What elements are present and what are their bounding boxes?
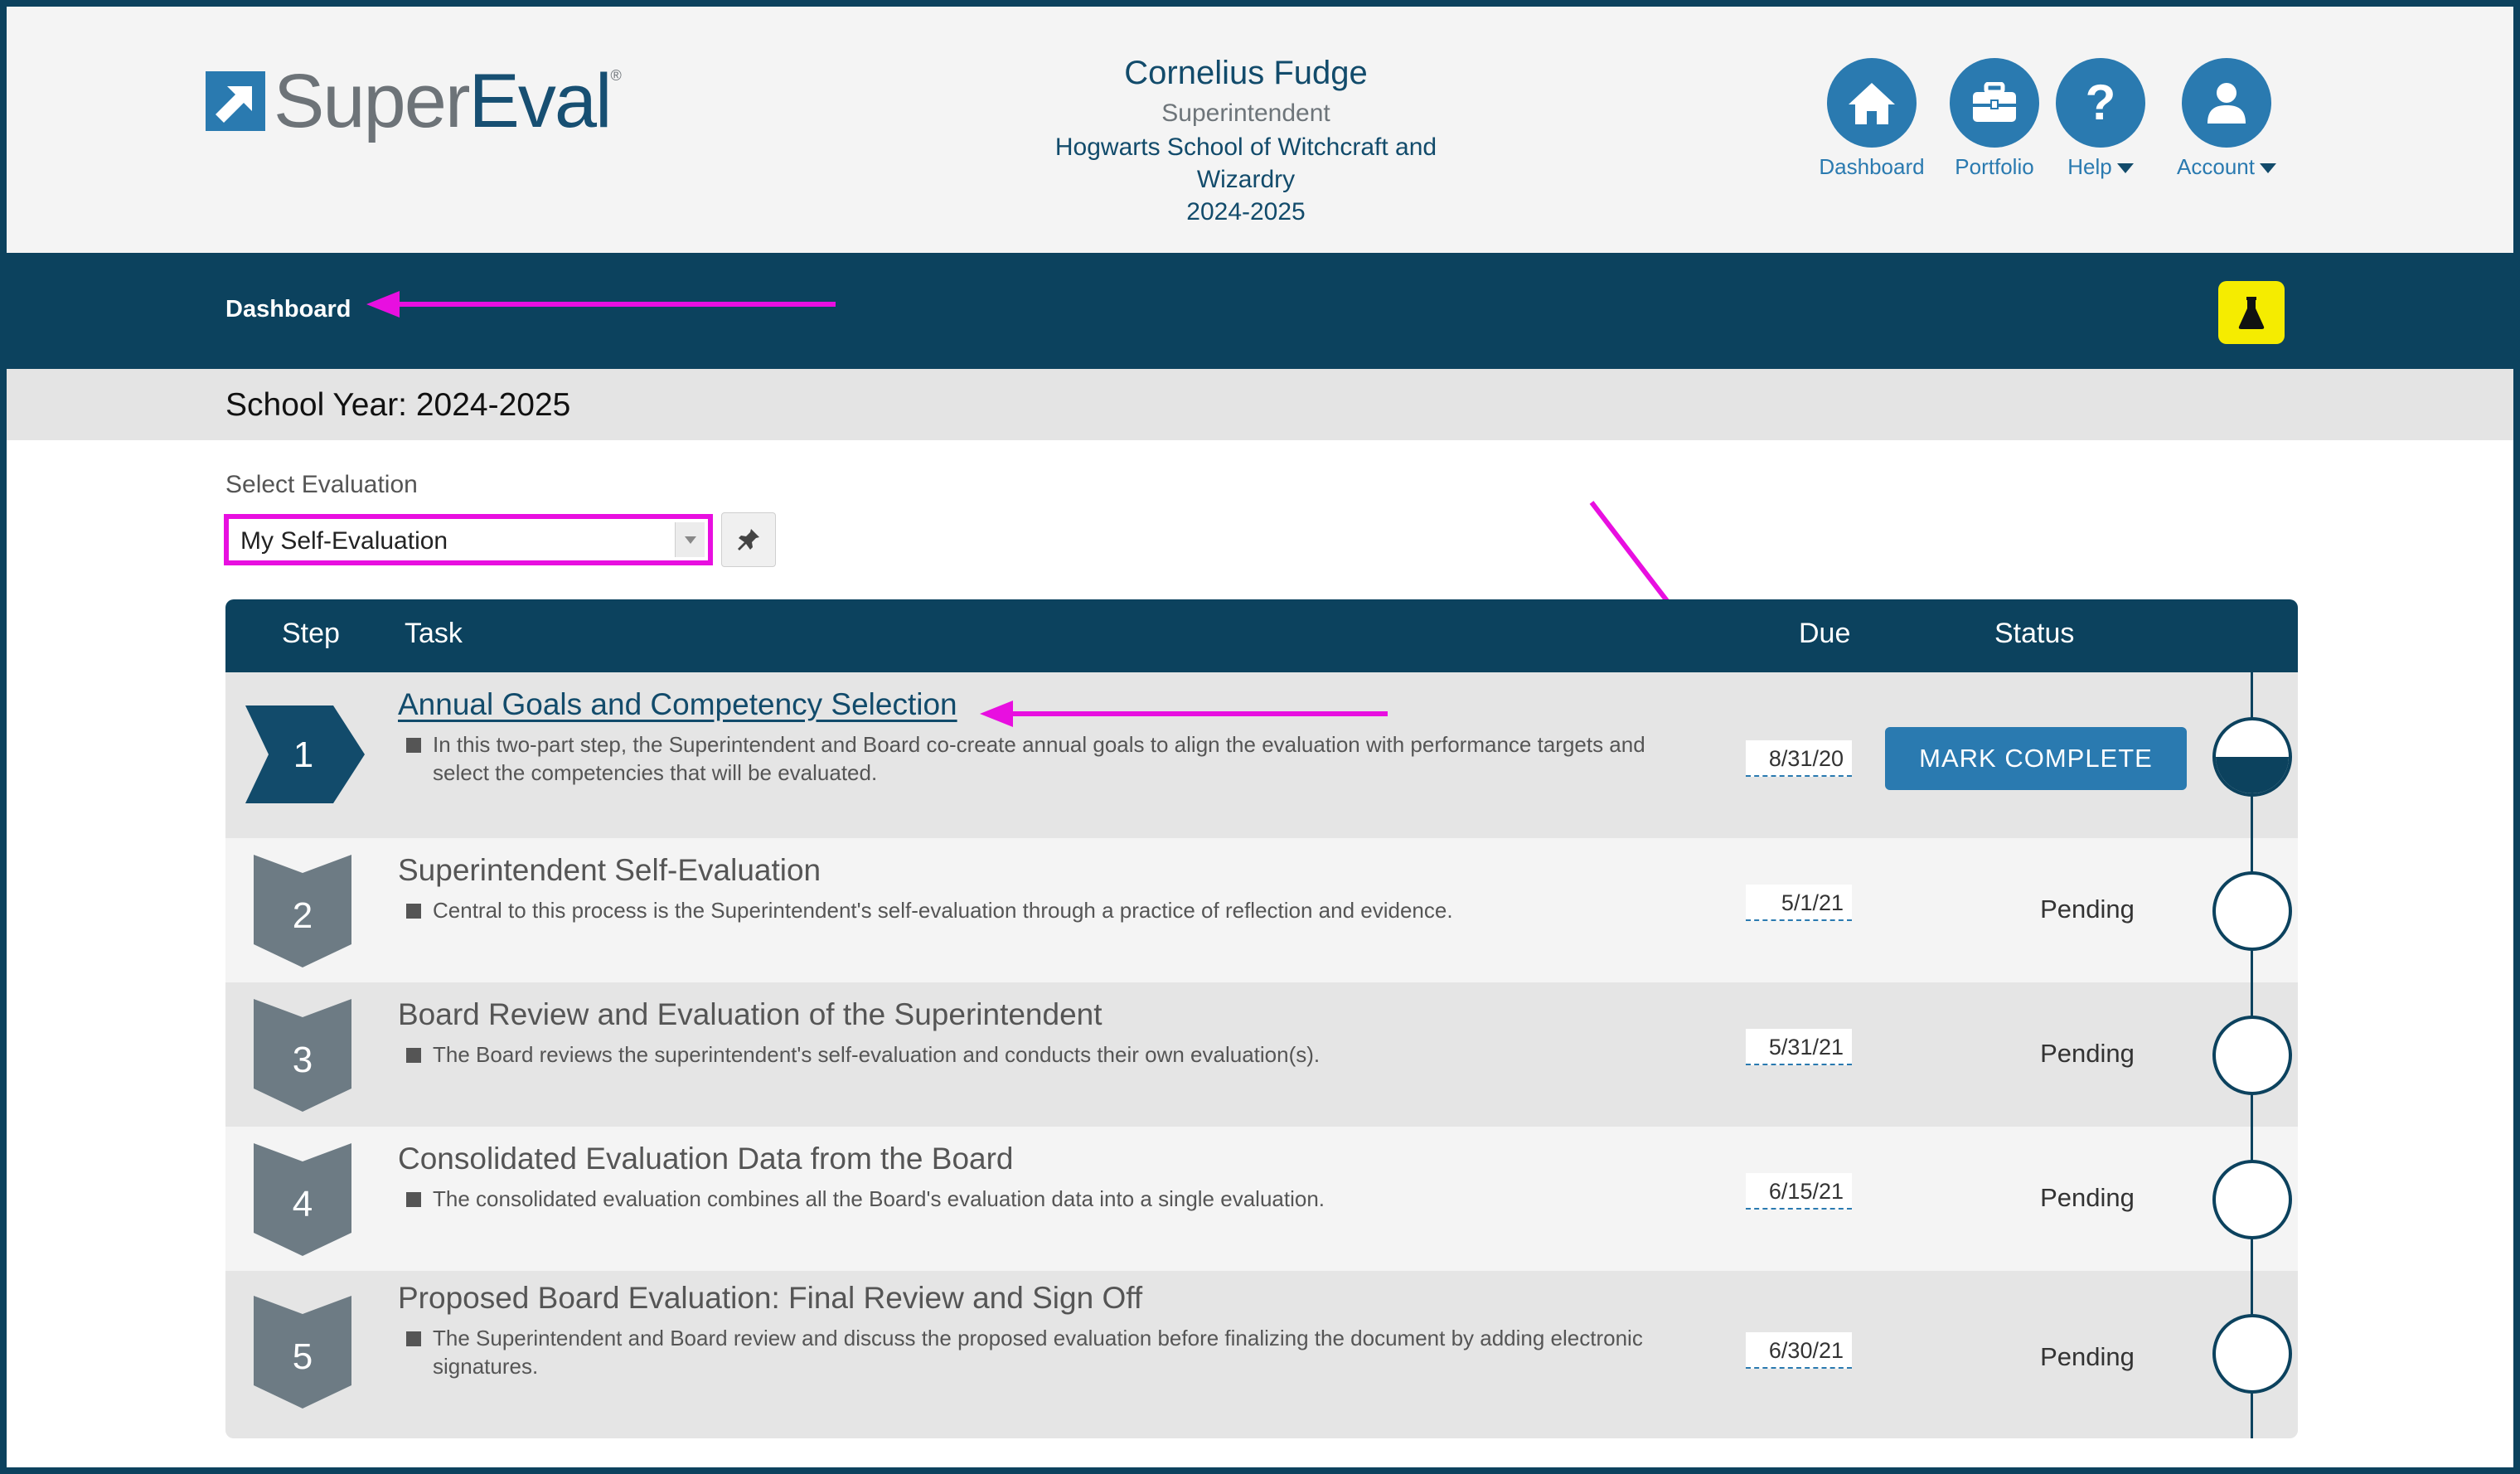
table-row: 4 Consolidated Evaluation Data from the … [225, 1127, 2298, 1271]
header-task: Task [405, 618, 463, 649]
step-chevron-icon: 3 [254, 999, 351, 1112]
user-icon [2182, 58, 2271, 148]
nav-account-text: Account [2177, 154, 2255, 179]
pin-icon [738, 529, 759, 550]
select-evaluation-label: Select Evaluation [225, 471, 418, 498]
task-link[interactable]: Annual Goals and Competency Selection [398, 687, 957, 722]
task-title[interactable]: Proposed Board Evaluation: Final Review … [398, 1281, 1142, 1316]
annotation-arrow-icon [980, 701, 1388, 727]
navbar: Dashboard [7, 253, 2513, 369]
mark-complete-button[interactable]: MARK COMPLETE [1885, 727, 2187, 790]
annotation-arrow-icon [366, 291, 836, 318]
step-chevron-icon: 2 [254, 855, 351, 967]
nav-help-text: Help [2067, 154, 2112, 179]
due-date[interactable]: 6/15/21 [1746, 1173, 1852, 1210]
step-number: 3 [293, 1040, 313, 1080]
chevron-down-icon [684, 536, 696, 544]
status-text: Pending [2040, 895, 2135, 924]
chevron-down-icon [2116, 163, 2134, 174]
task-title[interactable]: Superintendent Self-Evaluation [398, 853, 821, 888]
select-evaluation-dropdown[interactable]: My Self-Evaluation [224, 514, 713, 565]
app-frame: SuperEval® Cornelius Fudge Superintenden… [7, 7, 2513, 1467]
due-date[interactable]: 8/31/20 [1746, 740, 1852, 777]
step-chevron-icon: 1 [245, 705, 365, 803]
nav-account[interactable]: Account [2152, 58, 2301, 180]
chevron-down-icon [2259, 163, 2276, 174]
home-icon [1827, 58, 1917, 148]
task-title[interactable]: Consolidated Evaluation Data from the Bo… [398, 1142, 1014, 1176]
progress-indicator-empty [2212, 1314, 2292, 1394]
progress-indicator-empty [2212, 1016, 2292, 1095]
header: SuperEval® Cornelius Fudge Superintenden… [7, 7, 2513, 253]
nav-account-label: Account [2152, 154, 2301, 180]
status-text: Pending [2040, 1342, 2135, 1371]
table-row: 2 Superintendent Self-Evaluation Central… [225, 838, 2298, 982]
progress-indicator-empty [2212, 1160, 2292, 1239]
progress-indicator-empty [2212, 871, 2292, 951]
table-row: 5 Proposed Board Evaluation: Final Revie… [225, 1271, 2298, 1438]
pin-button[interactable] [721, 512, 776, 567]
select-evaluation-value: My Self-Evaluation [240, 527, 448, 555]
header-due: Due [1799, 618, 1851, 649]
status-text: Pending [2040, 1183, 2135, 1212]
step-number: 1 [293, 735, 313, 775]
dropdown-arrow[interactable] [675, 522, 705, 557]
step-number: 2 [293, 895, 313, 936]
step-chevron-icon: 5 [254, 1296, 351, 1409]
school-year-label: School Year: 2024-2025 [225, 387, 571, 423]
task-description: In this two-part step, the Superintenden… [406, 730, 1666, 787]
step-number: 4 [293, 1184, 313, 1224]
table-row: 3 Board Review and Evaluation of the Sup… [225, 982, 2298, 1127]
header-status: Status [1994, 618, 2075, 649]
task-title[interactable]: Board Review and Evaluation of the Super… [398, 997, 1102, 1032]
step-number: 5 [293, 1336, 313, 1377]
step-chevron-icon: 4 [254, 1143, 351, 1256]
due-date[interactable]: 5/1/21 [1746, 885, 1852, 921]
due-date[interactable]: 5/31/21 [1746, 1029, 1852, 1065]
task-description: The Board reviews the superintendent's s… [406, 1040, 1666, 1069]
flask-icon [2238, 297, 2265, 329]
lab-button[interactable] [2218, 281, 2285, 344]
task-description: Central to this process is the Superinte… [406, 896, 1666, 924]
header-step: Step [282, 618, 340, 649]
progress-fill [2216, 757, 2289, 793]
task-description: The consolidated evaluation combines all… [406, 1185, 1666, 1213]
school-year-bar: School Year: 2024-2025 [7, 369, 2513, 440]
progress-indicator-half [2212, 717, 2292, 797]
breadcrumb-dashboard[interactable]: Dashboard [225, 296, 351, 323]
user-year: 2024-2025 [1186, 198, 1306, 225]
status-text: Pending [2040, 1039, 2135, 1068]
task-description: The Superintendent and Board review and … [406, 1324, 1666, 1380]
question-icon: ? [2056, 58, 2145, 148]
table-header: Step Task Due Status [225, 599, 2298, 672]
workflow-table: Step Task Due Status 1 Annual Goals and … [225, 599, 2298, 1438]
due-date[interactable]: 6/30/21 [1746, 1332, 1852, 1369]
top-nav: Dashboard Portfolio ? Help Account [7, 58, 2513, 191]
